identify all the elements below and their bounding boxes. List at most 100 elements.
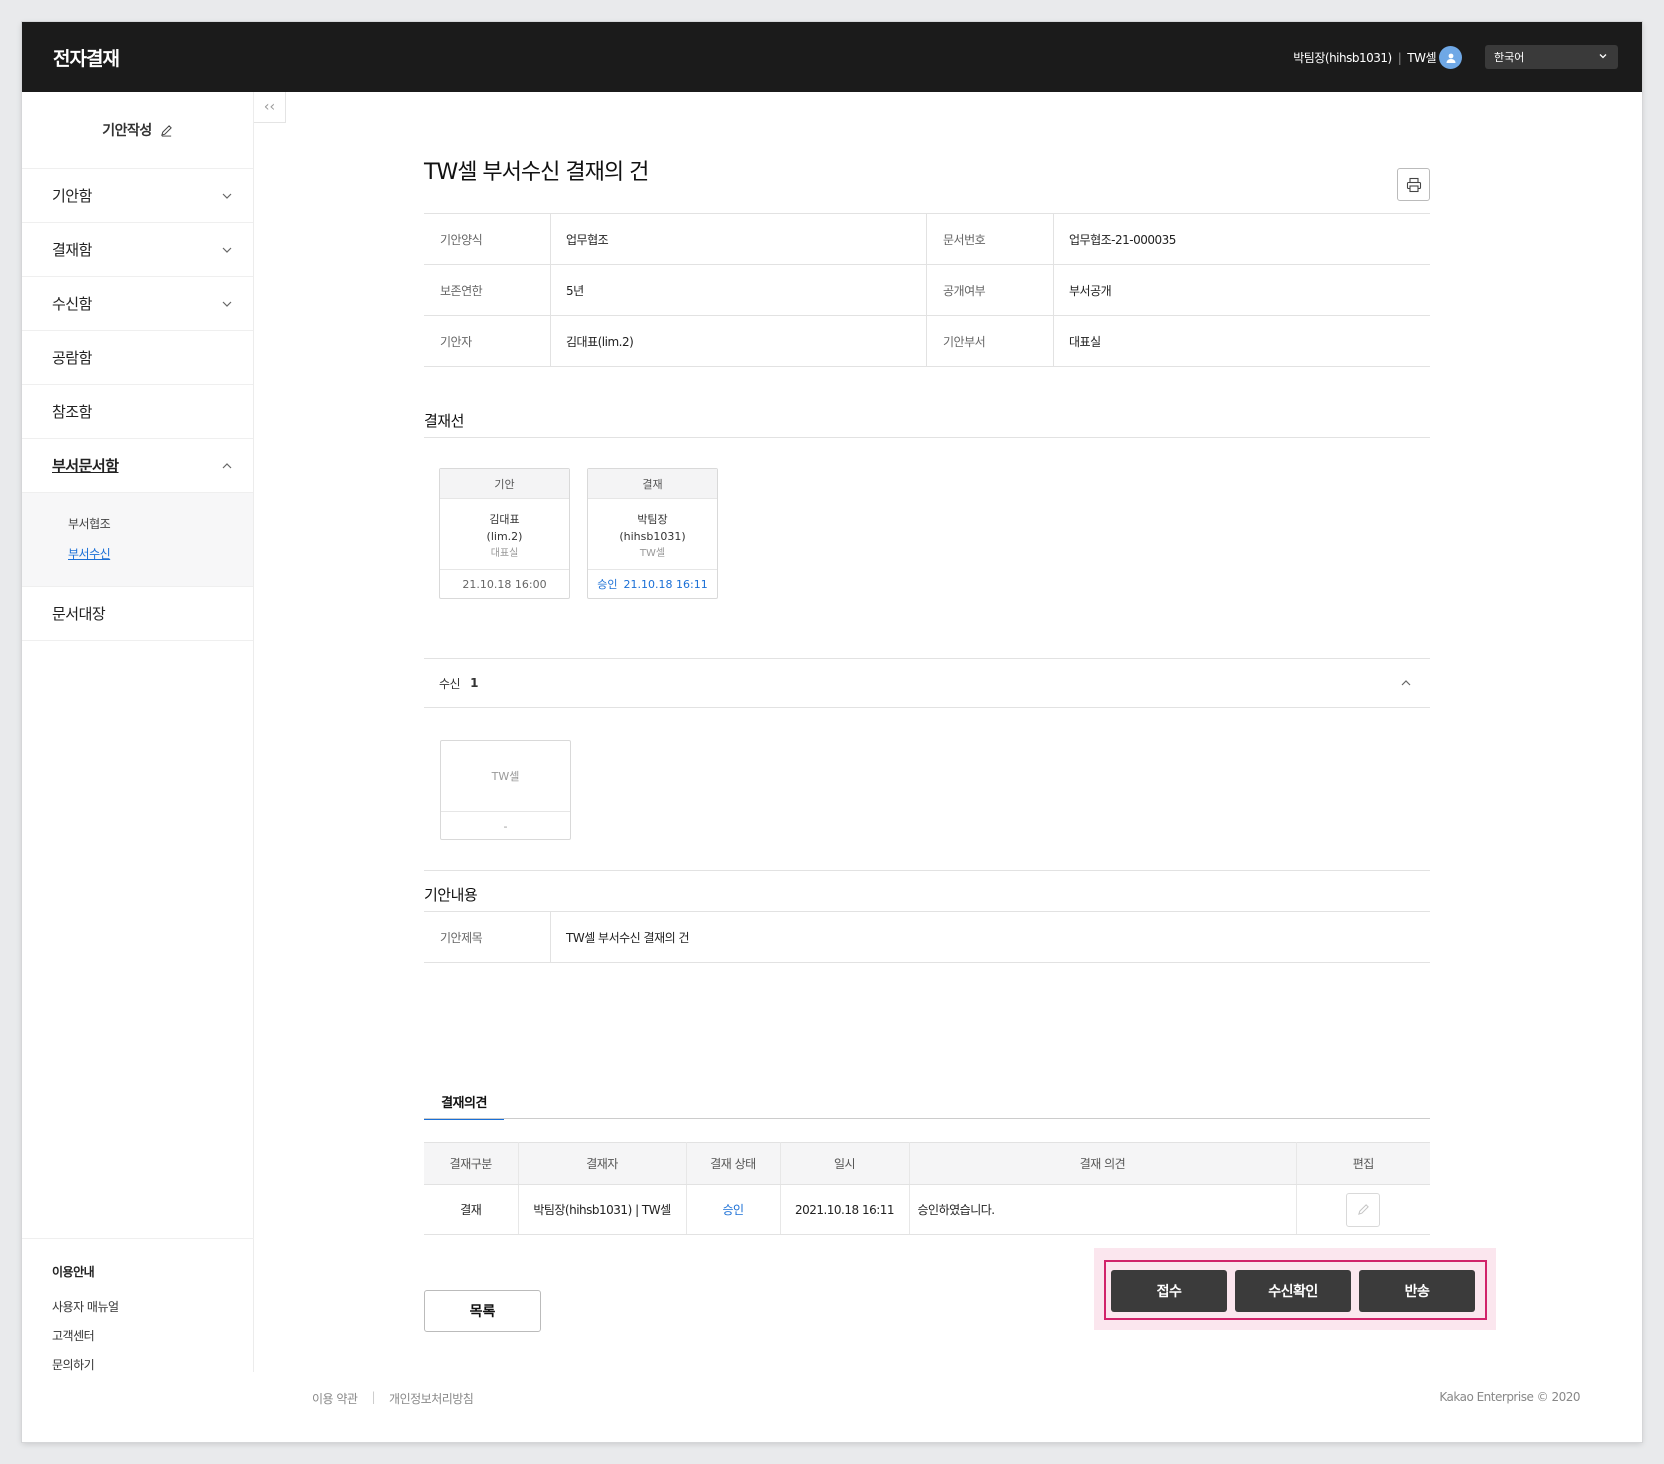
sidebar-item-label: 공람함 xyxy=(52,349,92,367)
sidebar-item-reference[interactable]: 참조함 xyxy=(22,385,253,439)
printer-icon xyxy=(1406,177,1421,192)
app-window: 전자결재 박팀장(hihsb1031) | TW셀 한국어 기안작성 기안함 결… xyxy=(22,22,1642,1442)
approver-id: (lim.2) xyxy=(486,530,523,543)
info-row: 보존연한 5년 공개여부 부서공개 xyxy=(424,265,1430,316)
approval-time: 21.10.18 16:11 xyxy=(623,577,708,591)
sidebar-item-department-docs[interactable]: 부서문서함 xyxy=(22,439,253,493)
subject-value: TW셀 부서수신 결재의 건 xyxy=(566,930,690,945)
chevron-up-icon xyxy=(222,463,232,469)
approval-card-footer: 승인 21.10.18 16:11 xyxy=(588,569,717,598)
receive-name: TW셀 xyxy=(441,741,570,812)
approval-card-approver[interactable]: 결재 박팀장 (hihsb1031) TW셀 승인 21.10.18 16:11 xyxy=(587,468,718,599)
tab-approval-opinions[interactable]: 결재의견 xyxy=(424,1088,504,1120)
return-button[interactable]: 반송 xyxy=(1359,1270,1475,1312)
receive-toggle[interactable]: 수신 1 xyxy=(424,658,1430,708)
receive-card[interactable]: TW셀 - xyxy=(440,740,571,840)
column-header: 결재 의견 xyxy=(909,1142,1297,1185)
info-value: 김대표(lim.2) xyxy=(551,316,927,366)
info-value: 업무협조 xyxy=(551,214,927,264)
submenu-item-dept-receive[interactable]: 부서수신 xyxy=(68,545,253,562)
sidebar-item-doc-register[interactable]: 문서대장 xyxy=(22,587,253,641)
info-row: 기안제목 TW셀 부서수신 결재의 건 xyxy=(424,912,1430,963)
column-header: 일시 xyxy=(780,1142,910,1185)
approval-card-footer: 21.10.18 16:00 xyxy=(440,569,569,598)
confirm-receipt-button[interactable]: 수신확인 xyxy=(1235,1270,1351,1312)
info-label: 문서번호 xyxy=(927,214,1054,264)
list-button[interactable]: 목록 xyxy=(424,1290,541,1332)
approver-name: 박팀장 xyxy=(637,513,668,526)
chevron-down-icon xyxy=(222,247,232,253)
receive-value: - xyxy=(503,819,508,833)
submenu-item-dept-coop[interactable]: 부서협조 xyxy=(68,515,253,532)
sidebar-item-approval[interactable]: 결재함 xyxy=(22,223,253,277)
sidebar-item-label: 문서대장 xyxy=(52,605,106,623)
double-chevron-left-icon: ‹‹ xyxy=(263,99,276,115)
chevron-down-icon xyxy=(1599,54,1607,59)
terms-link[interactable]: 이용 약관 xyxy=(312,1390,358,1407)
edit-button[interactable] xyxy=(1346,1192,1381,1227)
privacy-link[interactable]: 개인정보처리방침 xyxy=(389,1390,474,1407)
chevron-down-icon xyxy=(222,193,232,199)
sidebar-item-drafts[interactable]: 기안함 xyxy=(22,169,253,223)
cell-status: 승인 xyxy=(686,1184,781,1235)
content-table: 기안제목 TW셀 부서수신 결재의 건 xyxy=(424,911,1430,963)
sidebar-item-label: 부서문서함 xyxy=(52,457,119,475)
info-row: 기안양식 업무협조 문서번호 업무협조-21-000035 xyxy=(424,214,1430,265)
info-value: 업무협조-21-000035 xyxy=(1069,232,1176,247)
divider xyxy=(424,437,1430,438)
cell-datetime: 2021.10.18 16:11 xyxy=(780,1184,910,1235)
approval-card-type: 기안 xyxy=(440,469,569,499)
approval-line-heading: 결재선 xyxy=(424,412,464,430)
column-header: 편집 xyxy=(1296,1142,1430,1185)
copyright: Kakao Enterprise © 2020 xyxy=(1439,1390,1580,1404)
user-team: TW셀 xyxy=(1407,51,1436,65)
receive-count: 1 xyxy=(470,676,478,690)
info-row: 기안자 김대표(lim.2) 기안부서 대표실 xyxy=(424,316,1430,367)
table-row: 결재 박팀장(hihsb1031) | TW셀 승인 2021.10.18 16… xyxy=(424,1184,1430,1235)
footer-links: 이용 약관 | 개인정보처리방침 xyxy=(312,1390,474,1407)
approver-dept: 대표실 xyxy=(490,548,519,559)
info-label: 기안부서 xyxy=(927,316,1054,366)
cell-opinion: 승인하였습니다. xyxy=(909,1184,1297,1235)
user-icon xyxy=(1446,53,1455,63)
approval-time: 21.10.18 16:00 xyxy=(462,577,547,591)
accept-button[interactable]: 접수 xyxy=(1111,1270,1227,1312)
page-title: TW셀 부서수신 결재의 건 xyxy=(424,160,649,185)
guide-link-manual[interactable]: 사용자 매뉴얼 xyxy=(52,1298,254,1315)
app-title[interactable]: 전자결재 xyxy=(53,44,120,71)
sidebar-item-label: 기안함 xyxy=(52,187,92,205)
cell-type: 결재 xyxy=(424,1184,519,1235)
guide-link-inquiry[interactable]: 문의하기 xyxy=(52,1356,254,1373)
user-name: 박팀장(hihsb1031) xyxy=(1293,51,1392,65)
approver-name: 김대표 xyxy=(489,513,520,526)
approval-status: 승인 xyxy=(597,578,618,591)
document-info-table: 기안양식 업무협조 문서번호 업무협조-21-000035 보존연한 5년 공개… xyxy=(424,213,1430,367)
guide-heading: 이용안내 xyxy=(52,1265,95,1279)
content-heading: 기안내용 xyxy=(424,886,478,904)
info-label: 공개여부 xyxy=(927,265,1054,315)
approver-dept: TW셀 xyxy=(639,548,666,559)
info-value: 부서공개 xyxy=(1069,283,1112,298)
print-button[interactable] xyxy=(1397,168,1430,201)
table-header-row: 결재구분 결재자 결재 상태 일시 결재 의견 편집 xyxy=(424,1142,1430,1185)
sidebar-item-label: 결재함 xyxy=(52,241,92,259)
draft-button[interactable]: 기안작성 xyxy=(22,92,253,169)
cell-approver: 박팀장(hihsb1031) | TW셀 xyxy=(518,1184,687,1235)
guide-link-support[interactable]: 고객센터 xyxy=(52,1327,254,1344)
sidebar-collapse-button[interactable]: ‹‹ xyxy=(254,92,286,123)
column-header: 결재구분 xyxy=(424,1142,519,1185)
avatar[interactable] xyxy=(1439,46,1462,69)
pencil-icon xyxy=(1357,1204,1369,1215)
language-select[interactable]: 한국어 xyxy=(1485,45,1618,69)
info-label: 기안자 xyxy=(424,316,551,366)
sidebar-item-inbox[interactable]: 수신함 xyxy=(22,277,253,331)
info-label: 보존연한 xyxy=(424,265,551,315)
sidebar-item-circulation[interactable]: 공람함 xyxy=(22,331,253,385)
opinion-table: 결재구분 결재자 결재 상태 일시 결재 의견 편집 결재 박팀장(hihsb1… xyxy=(424,1142,1430,1235)
receive-label: 수신 xyxy=(439,676,461,691)
approval-card-type: 결재 xyxy=(588,469,717,499)
approval-card-drafter[interactable]: 기안 김대표 (lim.2) 대표실 21.10.18 16:00 xyxy=(439,468,570,599)
subject-label: 기안제목 xyxy=(424,912,551,962)
chevron-up-icon xyxy=(1401,680,1411,686)
column-header: 결재 상태 xyxy=(686,1142,781,1185)
